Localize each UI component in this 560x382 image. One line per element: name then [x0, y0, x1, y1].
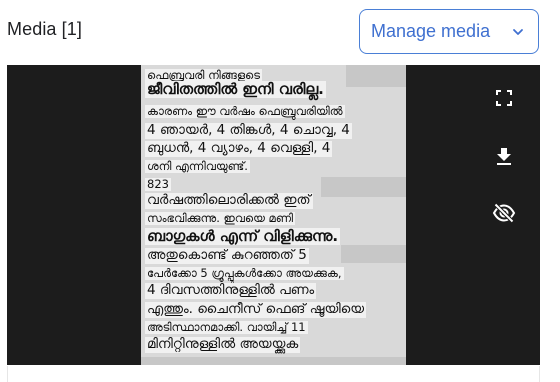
message-line: വർഷത്തിലൊരിക്കൽ ഇത് — [145, 192, 313, 209]
media-footer — [7, 366, 540, 382]
message-line: മിനിറ്റിനുള്ളിൽ അയയ്ക്കുക — [145, 336, 301, 353]
download-button[interactable] — [491, 143, 517, 169]
media-viewer: ഫെബ്രുവരി നിങ്ങളുടെ ജീവിതത്തിൽ ഇനി വരില്… — [7, 65, 540, 365]
message-line: പേർക്കോ 5 ഗ്രൂപ്പുകൾക്കോ അയക്കുക, — [145, 266, 344, 281]
message-line: ബാഗുകൾ എന്ന് വിളിക്കുന്നു. — [145, 227, 341, 246]
media-header: Media [1] Manage media — [0, 0, 560, 62]
message-line: അതുകൊണ്ട് കുറഞ്ഞത് 5 — [145, 247, 309, 264]
media-section-title: Media [1] — [7, 19, 82, 39]
media-image[interactable]: ഫെബ്രുവരി നിങ്ങളുടെ ജീവിതത്തിൽ ഇനി വരില്… — [141, 65, 406, 365]
message-line: സംഭവിക്കുന്നു. ഇവയെ മണി — [145, 211, 296, 226]
manage-media-button[interactable]: Manage media — [359, 9, 539, 54]
message-line: 823 — [145, 177, 171, 192]
message-line: ശനി എന്നിവയുണ്ട്. — [145, 159, 250, 174]
fullscreen-icon — [496, 90, 512, 106]
message-line: 4 ഞായർ, 4 തിങ്കൾ, 4 ചൊവ്വ, 4 — [145, 122, 352, 139]
visibility-off-icon — [492, 203, 516, 223]
message-line: ബുധൻ, 4 വ്യാഴം, 4 വെള്ളി, 4 — [145, 140, 333, 157]
message-line: അടിസ്ഥാനമാക്കി. വായിച്ച് 11 — [145, 320, 308, 335]
message-line: എത്തും. ചൈനീസ് ഫെങ് ഷൂയിയെ — [145, 301, 367, 318]
message-line: കാരണം ഈ വർഷം ഫെബ്രുവരിയിൽ — [145, 104, 345, 119]
download-icon — [497, 148, 511, 165]
message-line: ജീവിതത്തിൽ ഇനി വരില്ല. — [145, 80, 326, 99]
chevron-down-icon — [513, 29, 523, 35]
message-line: 4 ദിവസത്തിനുള്ളിൽ പണം — [145, 282, 317, 299]
manage-media-label: Manage media — [371, 21, 491, 41]
fullscreen-button[interactable] — [491, 85, 517, 111]
hide-media-button[interactable] — [491, 200, 517, 226]
